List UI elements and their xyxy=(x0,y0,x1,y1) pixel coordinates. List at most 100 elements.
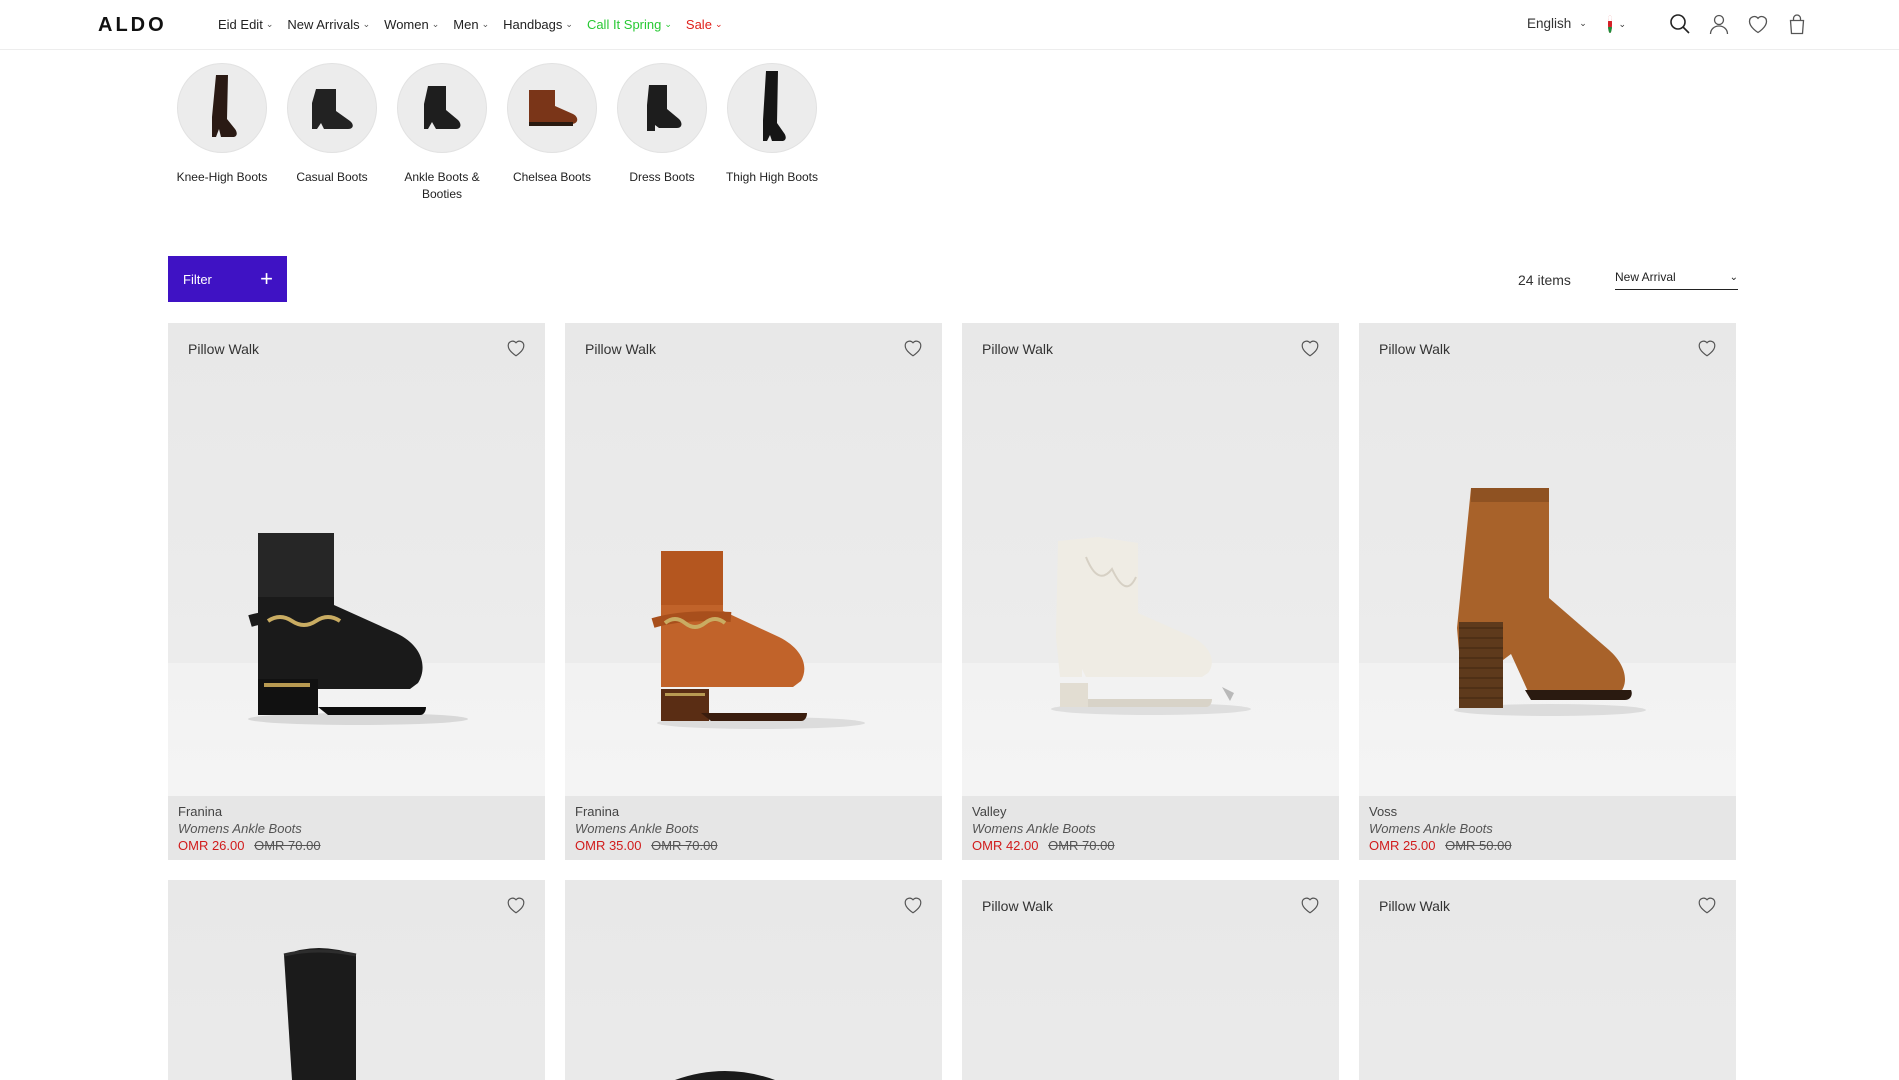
product-card[interactable]: Pillow Walk Franina Womens Ankle Boots O… xyxy=(565,323,942,860)
wishlist-heart-icon[interactable] xyxy=(505,337,527,359)
chevron-down-icon: ⌄ xyxy=(1579,18,1587,28)
category-label: Chelsea Boots xyxy=(512,170,592,184)
wishlist-icon[interactable] xyxy=(1746,12,1770,36)
category-image xyxy=(177,63,267,153)
product-badge: Pillow Walk xyxy=(982,341,1054,357)
category-image xyxy=(617,63,707,153)
language-label: English xyxy=(1527,16,1572,31)
chevron-down-icon: ⌄ xyxy=(1618,18,1626,29)
product-name[interactable]: Voss xyxy=(1369,803,1726,820)
wishlist-heart-icon[interactable] xyxy=(1299,894,1321,916)
product-badge: Pillow Walk xyxy=(1379,898,1451,914)
chevron-down-icon: ⌄ xyxy=(481,19,490,29)
product-image xyxy=(565,880,942,1080)
plus-icon: + xyxy=(260,266,273,291)
product-category: Womens Ankle Boots xyxy=(575,821,699,836)
wishlist-heart-icon[interactable] xyxy=(1696,894,1718,916)
product-image xyxy=(1359,323,1736,796)
chevron-down-icon: ⌄ xyxy=(362,19,371,29)
original-price: OMR 50.00 xyxy=(1445,838,1512,853)
flag-icon xyxy=(1608,15,1613,33)
filter-button[interactable]: Filter + xyxy=(168,256,287,302)
nav-label: Handbags xyxy=(503,17,563,32)
category-knee-high-boots[interactable]: Knee-High Boots xyxy=(167,63,277,186)
nav-label: Call It Spring xyxy=(586,17,662,32)
white-western-boot-image xyxy=(1051,537,1251,715)
category-thigh-high-boots[interactable]: Thigh High Boots xyxy=(717,63,827,186)
category-label: Dress Boots xyxy=(629,170,695,184)
product-info: Voss Womens Ankle Boots OMR 25.00 OMR 50… xyxy=(1359,796,1736,860)
chevron-down-icon: ⌄ xyxy=(565,19,573,29)
category-image xyxy=(287,63,377,153)
black-ankle-boot-image xyxy=(248,533,468,725)
product-badge: Pillow Walk xyxy=(1379,341,1451,357)
wishlist-heart-icon[interactable] xyxy=(1299,337,1321,359)
category-chelsea-boots[interactable]: Chelsea Boots xyxy=(497,63,607,186)
category-label: Knee-High Boots xyxy=(176,170,268,184)
product-prices: OMR 25.00 OMR 50.00 xyxy=(1369,837,1726,854)
product-card[interactable]: Pillow Walk xyxy=(1359,880,1736,1080)
product-image xyxy=(962,323,1339,796)
sale-price: OMR 42.00 xyxy=(972,838,1039,853)
casual-boot-icon xyxy=(312,89,353,129)
nav-women[interactable]: Women ⌄ xyxy=(384,17,439,32)
product-prices: OMR 35.00 OMR 70.00 xyxy=(575,837,932,854)
nav-label: Sale xyxy=(685,17,712,32)
product-badge: Pillow Walk xyxy=(982,898,1054,914)
country-selector[interactable]: ⌄ xyxy=(1608,14,1626,34)
product-card[interactable]: Pillow Walk Voss Womens Ankle Boots OMR … xyxy=(1359,323,1736,860)
account-icon[interactable] xyxy=(1707,12,1731,36)
chevron-down-icon: ⌄ xyxy=(714,19,723,29)
original-price: OMR 70.00 xyxy=(651,838,718,853)
category-ankle-boots-booties[interactable]: Ankle Boots & Booties xyxy=(387,63,497,203)
language-selector[interactable]: English ⌄ xyxy=(1527,16,1587,31)
nav-label: New Arrivals xyxy=(287,17,360,32)
wishlist-heart-icon[interactable] xyxy=(902,337,924,359)
product-card[interactable]: Pillow Walk xyxy=(962,880,1339,1080)
category-casual-boots[interactable]: Casual Boots xyxy=(277,63,387,186)
category-label: Ankle Boots & Booties xyxy=(404,170,480,201)
nav-label: Eid Edit xyxy=(218,17,263,32)
product-prices: OMR 26.00 OMR 70.00 xyxy=(178,837,535,854)
category-label: Thigh High Boots xyxy=(725,170,819,184)
nav-call-it-spring[interactable]: Call It Spring ⌄ xyxy=(587,17,672,32)
nav-label: Men xyxy=(453,17,479,32)
site-header: ALDO Eid Edit ⌄ New Arrivals ⌄ Women ⌄ Men ⌄… xyxy=(0,0,1899,50)
product-name[interactable]: Franina xyxy=(178,803,535,820)
category-dress-boots[interactable]: Dress Boots xyxy=(607,63,717,186)
product-card[interactable] xyxy=(565,880,942,1080)
nav-sale[interactable]: Sale ⌄ xyxy=(686,17,723,32)
nav-eid-edit[interactable]: Eid Edit ⌄ xyxy=(218,17,273,32)
product-card[interactable]: Pillow Walk Valley Womens Ankle Boots OM… xyxy=(962,323,1339,860)
product-name[interactable]: Valley xyxy=(972,803,1329,820)
original-price: OMR 70.00 xyxy=(1048,838,1115,853)
nav-new-arrivals[interactable]: New Arrivals ⌄ xyxy=(287,17,370,32)
product-card[interactable] xyxy=(168,880,545,1080)
bag-icon[interactable] xyxy=(1785,12,1809,36)
aldo-logo[interactable]: ALDO xyxy=(98,14,167,37)
nav-handbags[interactable]: Handbags ⌄ xyxy=(503,17,573,32)
chevron-down-icon: ⌄ xyxy=(1729,271,1738,283)
boot-top-image xyxy=(675,1071,775,1080)
sort-value: New Arrival xyxy=(1615,270,1676,284)
sort-select[interactable]: New Arrival ⌄ xyxy=(1615,265,1738,290)
product-image xyxy=(168,323,545,796)
wishlist-heart-icon[interactable] xyxy=(505,894,527,916)
sale-price: OMR 25.00 xyxy=(1369,838,1436,853)
category-image xyxy=(727,63,817,153)
thigh-high-boot-icon xyxy=(763,71,786,141)
wishlist-heart-icon[interactable] xyxy=(1696,337,1718,359)
search-icon[interactable] xyxy=(1668,12,1692,36)
chevron-down-icon: ⌄ xyxy=(664,19,672,29)
ankle-boot-icon xyxy=(424,86,461,129)
nav-men[interactable]: Men ⌄ xyxy=(453,17,489,32)
product-info: Franina Womens Ankle Boots OMR 26.00 OMR… xyxy=(168,796,545,860)
product-name[interactable]: Franina xyxy=(575,803,932,820)
chevron-down-icon: ⌄ xyxy=(265,19,274,29)
product-image xyxy=(168,880,545,1080)
product-category: Womens Ankle Boots xyxy=(178,821,302,836)
product-card[interactable]: Pillow Walk Franina Womens Ankle Boots O… xyxy=(168,323,545,860)
chevron-down-icon: ⌄ xyxy=(431,19,440,29)
wishlist-heart-icon[interactable] xyxy=(902,894,924,916)
items-count: 24 items xyxy=(1518,272,1571,288)
